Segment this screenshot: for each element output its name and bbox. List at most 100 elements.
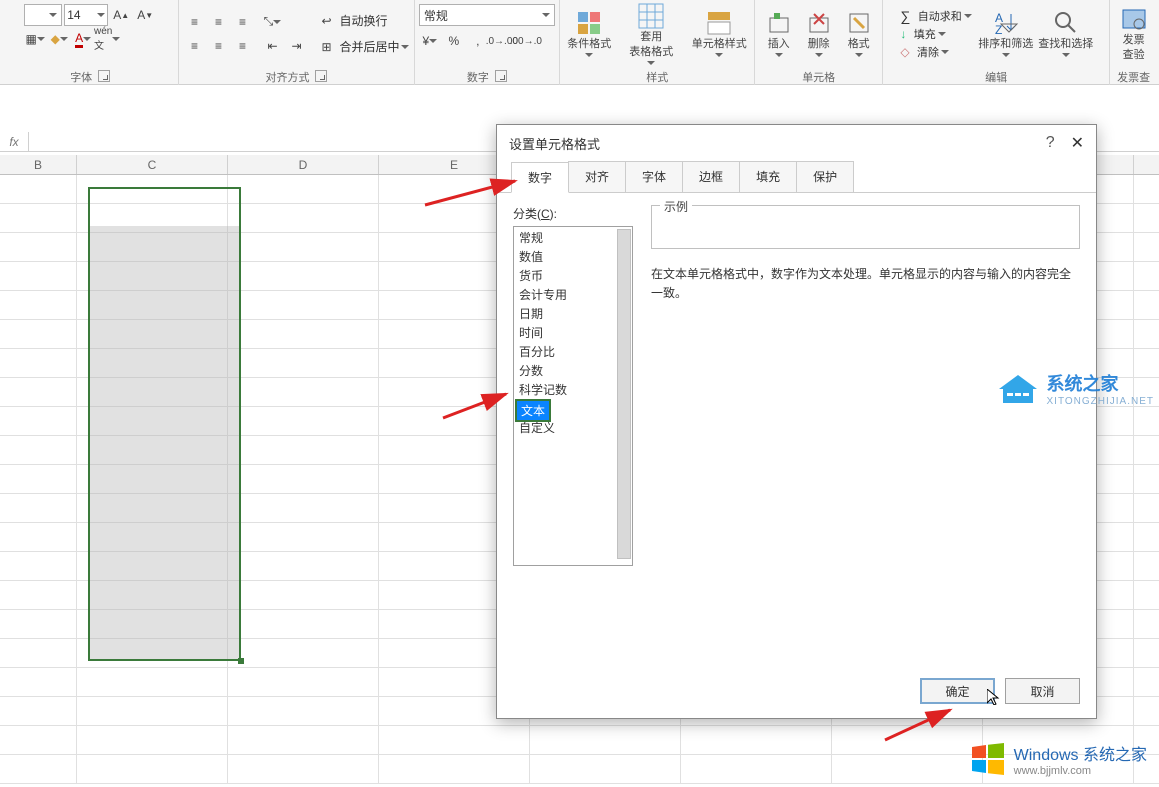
cell[interactable] xyxy=(228,494,379,522)
cell[interactable] xyxy=(228,320,379,348)
cell[interactable] xyxy=(0,610,77,638)
cell[interactable] xyxy=(228,349,379,377)
cell[interactable] xyxy=(0,668,77,696)
category-listbox[interactable]: 常规 数值 货币 会计专用 日期 时间 百分比 分数 科学记数 文本 特殊 自定… xyxy=(513,226,633,566)
find-select-button[interactable]: 查找和选择 xyxy=(1036,4,1096,64)
category-item[interactable]: 日期 xyxy=(515,304,631,323)
cell[interactable] xyxy=(0,639,77,667)
dialog-titlebar[interactable]: 设置单元格格式 ? ✕ xyxy=(497,125,1096,161)
orientation-icon[interactable]: ⤡ xyxy=(261,11,283,33)
increase-indent-icon[interactable]: ⇥ xyxy=(285,35,307,57)
phonetic-button[interactable]: wén文 xyxy=(96,28,118,50)
cell[interactable] xyxy=(0,378,77,406)
cell[interactable] xyxy=(530,755,681,783)
wrap-text-button[interactable]: ↩自动换行 xyxy=(315,10,409,32)
fx-label[interactable]: fx xyxy=(0,132,28,151)
format-as-table-button[interactable]: 套用表格格式 xyxy=(618,4,684,64)
cell[interactable] xyxy=(0,726,77,754)
cell[interactable] xyxy=(77,755,228,783)
autosum-button[interactable]: ∑ 自动求和 xyxy=(900,8,971,24)
cell[interactable] xyxy=(77,668,228,696)
dialog-launcher-icon[interactable] xyxy=(315,70,327,82)
cell[interactable] xyxy=(228,262,379,290)
currency-icon[interactable]: ¥ xyxy=(419,30,441,52)
tab-font[interactable]: 字体 xyxy=(625,161,683,192)
category-item[interactable]: 分数 xyxy=(515,361,631,380)
font-size-input[interactable]: 14 xyxy=(64,4,108,26)
cell[interactable] xyxy=(228,233,379,261)
category-item[interactable]: 百分比 xyxy=(515,342,631,361)
align-bottom-icon[interactable]: ≡ xyxy=(231,11,253,33)
fill-button[interactable]: ↓ 填充 xyxy=(900,26,971,42)
cell[interactable] xyxy=(77,697,228,725)
category-item[interactable]: 货币 xyxy=(515,266,631,285)
category-item[interactable]: 自定义 xyxy=(515,418,631,437)
align-top-icon[interactable]: ≡ xyxy=(183,11,205,33)
cell[interactable] xyxy=(228,697,379,725)
cell[interactable] xyxy=(228,755,379,783)
dialog-launcher-icon[interactable] xyxy=(98,70,110,82)
cell[interactable] xyxy=(832,755,983,783)
decrease-decimal-icon[interactable]: .00→.0 xyxy=(515,30,537,52)
align-center-icon[interactable]: ≡ xyxy=(207,35,229,57)
tab-number[interactable]: 数字 xyxy=(511,162,569,193)
cell[interactable] xyxy=(832,726,983,754)
cell[interactable] xyxy=(228,610,379,638)
tab-border[interactable]: 边框 xyxy=(682,161,740,192)
cell[interactable] xyxy=(228,291,379,319)
tab-alignment[interactable]: 对齐 xyxy=(568,161,626,192)
decrease-font-icon[interactable]: A▼ xyxy=(134,4,156,26)
cell[interactable] xyxy=(0,697,77,725)
cell[interactable] xyxy=(379,755,530,783)
cell[interactable] xyxy=(0,262,77,290)
number-format-combo[interactable]: 常规 xyxy=(419,4,555,26)
col-header[interactable]: C xyxy=(77,155,228,174)
cell[interactable] xyxy=(0,436,77,464)
clear-button[interactable]: ◇ 清除 xyxy=(900,44,971,60)
cell[interactable] xyxy=(0,581,77,609)
category-item[interactable]: 常规 xyxy=(515,228,631,247)
cell[interactable] xyxy=(228,378,379,406)
cell[interactable] xyxy=(228,581,379,609)
category-item[interactable]: 会计专用 xyxy=(515,285,631,304)
scrollbar[interactable] xyxy=(617,229,631,559)
align-left-icon[interactable]: ≡ xyxy=(183,35,205,57)
cell[interactable] xyxy=(0,349,77,377)
cell[interactable] xyxy=(379,726,530,754)
invoice-check-button[interactable]: 发票查验 xyxy=(1112,4,1156,64)
cell[interactable] xyxy=(0,204,77,232)
cell[interactable] xyxy=(228,668,379,696)
cancel-button[interactable]: 取消 xyxy=(1005,678,1080,704)
fill-color-button[interactable]: ◆ xyxy=(48,28,70,50)
cell[interactable] xyxy=(0,465,77,493)
ok-button[interactable]: 确定 xyxy=(920,678,995,704)
percent-icon[interactable]: % xyxy=(443,30,465,52)
cell[interactable] xyxy=(0,755,77,783)
cell[interactable] xyxy=(0,320,77,348)
category-item[interactable]: 科学记数 xyxy=(515,380,631,399)
category-item[interactable]: 数值 xyxy=(515,247,631,266)
help-icon[interactable]: ? xyxy=(1046,134,1055,152)
cell[interactable] xyxy=(0,175,77,203)
decrease-indent-icon[interactable]: ⇤ xyxy=(261,35,283,57)
merge-center-button[interactable]: ⊞合并后居中 xyxy=(315,36,409,58)
cell[interactable] xyxy=(681,726,832,754)
delete-button[interactable]: 删除 xyxy=(799,4,839,64)
insert-button[interactable]: 插入 xyxy=(759,4,799,64)
align-right-icon[interactable]: ≡ xyxy=(231,35,253,57)
cell[interactable] xyxy=(0,407,77,435)
sort-filter-button[interactable]: AZ 排序和筛选 xyxy=(976,4,1036,64)
font-name-combo[interactable] xyxy=(24,4,62,26)
cell[interactable] xyxy=(0,552,77,580)
cell[interactable] xyxy=(228,204,379,232)
border-button[interactable]: ▦ xyxy=(24,28,46,50)
cell[interactable] xyxy=(0,233,77,261)
cell[interactable] xyxy=(0,494,77,522)
conditional-formatting-button[interactable]: 条件格式 xyxy=(560,4,618,64)
font-color-button[interactable]: A xyxy=(72,28,94,50)
cell-styles-button[interactable]: 单元格样式 xyxy=(684,4,754,64)
selection-handle[interactable] xyxy=(238,658,244,664)
cell[interactable] xyxy=(228,436,379,464)
align-middle-icon[interactable]: ≡ xyxy=(207,11,229,33)
category-item[interactable]: 时间 xyxy=(515,323,631,342)
